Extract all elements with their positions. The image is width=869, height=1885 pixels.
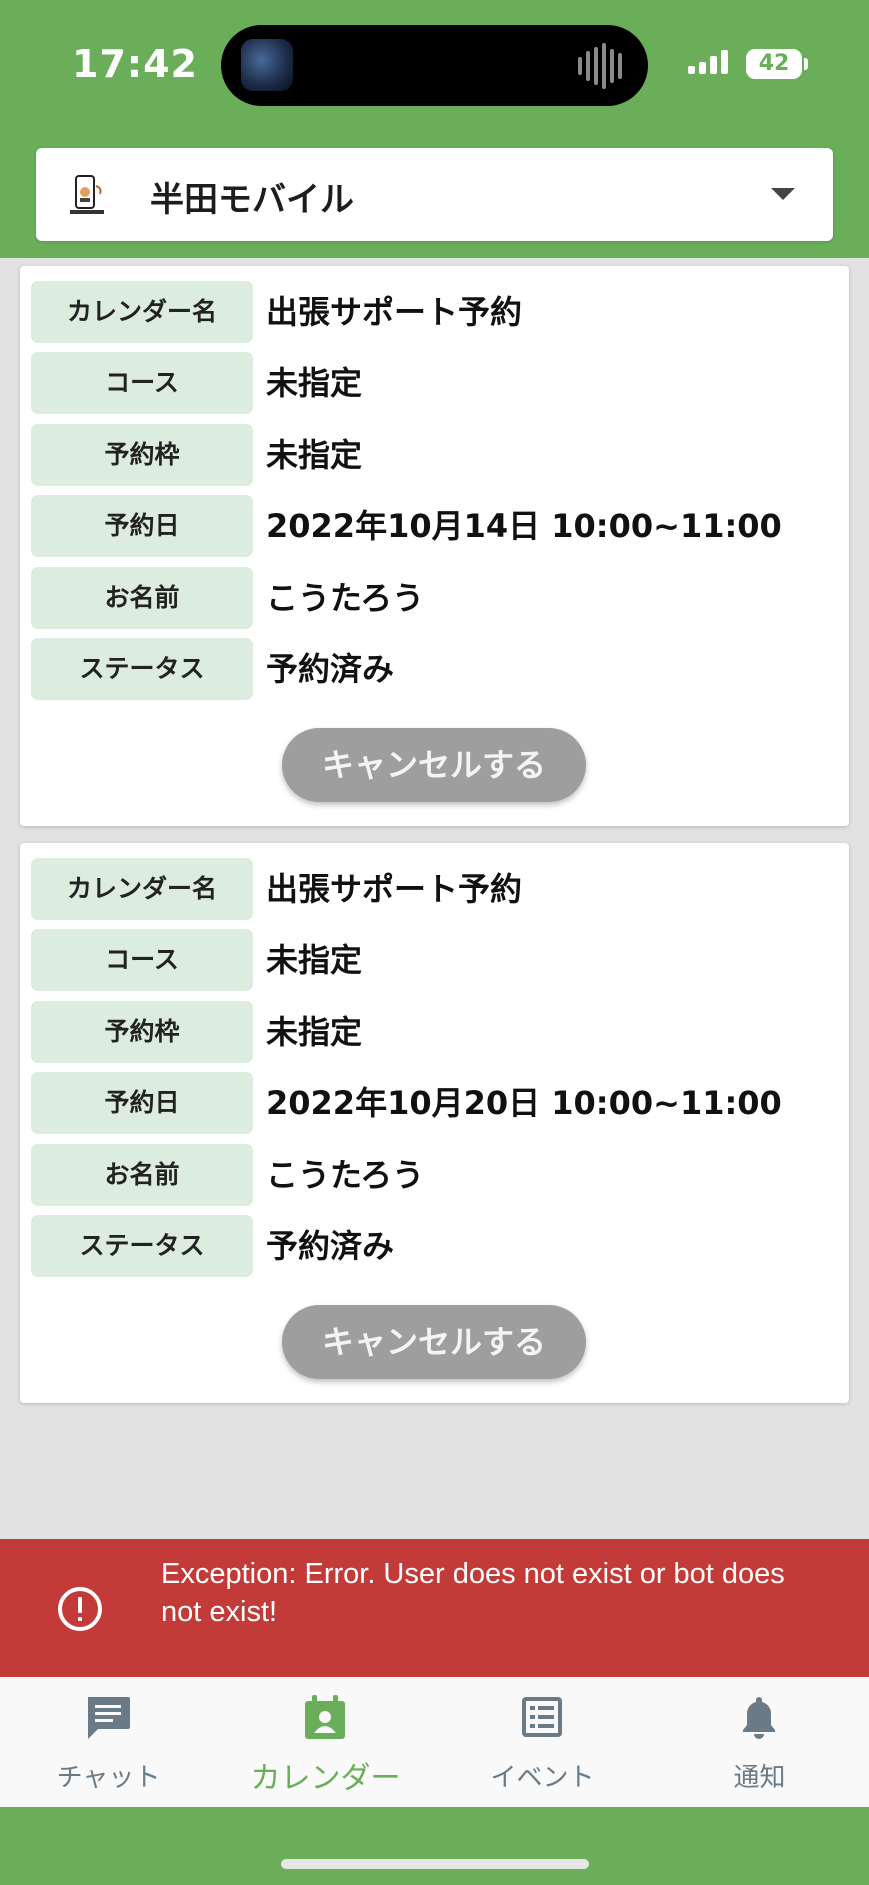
row-label: 予約枠 [31,424,253,486]
row-value: 出張サポート予約 [266,870,523,908]
reservation-card: カレンダー名 出張サポート予約 コース 未指定 予約枠 未指定 予約日 2022… [20,266,849,826]
cancel-button[interactable]: キャンセルする [282,1305,586,1379]
row-label: ステータス [31,1215,253,1277]
audio-waveform-icon [578,43,622,89]
nav-item-calendar[interactable]: カレンダー [217,1677,434,1807]
battery-tip [804,58,808,70]
row-value: 予約済み [266,1227,395,1265]
row-value: 未指定 [266,1013,363,1051]
row-label: 予約日 [31,1072,253,1134]
nav-label: イベント [490,1763,595,1793]
nav-item-event[interactable]: イベント [434,1677,651,1807]
row-value: 未指定 [266,941,363,979]
error-snackbar[interactable]: Exception: Error. User does not exist or… [0,1539,869,1677]
shop-logo-icon [70,175,104,214]
row-value: 未指定 [266,364,363,402]
chat-icon [88,1697,130,1739]
row-label: ステータス [31,638,253,700]
row-value: 出張サポート予約 [266,293,523,331]
row-label: コース [31,929,253,991]
chevron-down-icon[interactable] [771,188,795,200]
dynamic-island [221,25,648,106]
row-label: コース [31,352,253,414]
cancel-button[interactable]: キャンセルする [282,728,586,802]
account-name: 半田モバイル [150,180,354,220]
bell-icon [743,1697,775,1739]
row-label: カレンダー名 [31,281,253,343]
row-value: 2022年10月20日 10:00~11:00 [266,1084,782,1122]
nav-label: カレンダー [250,1761,401,1796]
error-message: Exception: Error. User does not exist or… [161,1558,785,1628]
row-value: こうたろう [266,579,425,617]
nav-label: チャット [56,1763,161,1793]
media-thumbnail [241,39,293,91]
row-label: カレンダー名 [31,858,253,920]
row-value: 未指定 [266,436,363,474]
nav-item-chat[interactable]: チャット [0,1677,217,1807]
row-label: 予約日 [31,495,253,557]
row-value: 2022年10月14日 10:00~11:00 [266,507,782,545]
home-indicator-area [0,1807,869,1885]
nav-item-notifications[interactable]: 通知 [651,1677,868,1807]
list-icon [522,1697,562,1737]
reservation-card: カレンダー名 出張サポート予約 コース 未指定 予約枠 未指定 予約日 2022… [20,843,849,1403]
signal-icon [688,50,728,74]
calendar-icon [305,1695,345,1739]
row-label: お名前 [31,567,253,629]
bottom-navigation: チャット カレンダー イベント 通知 [0,1677,869,1807]
row-label: お名前 [31,1144,253,1206]
status-time: 17:42 [72,42,198,86]
home-indicator[interactable] [281,1859,589,1869]
row-label: 予約枠 [31,1001,253,1063]
error-icon [58,1587,102,1631]
battery-icon: 42 [746,49,802,79]
row-value: こうたろう [266,1156,425,1194]
account-dropdown[interactable]: 半田モバイル [36,148,833,241]
app-header: 17:42 42 半田モバイル [0,0,869,258]
nav-label: 通知 [733,1763,786,1793]
row-value: 予約済み [266,650,395,688]
